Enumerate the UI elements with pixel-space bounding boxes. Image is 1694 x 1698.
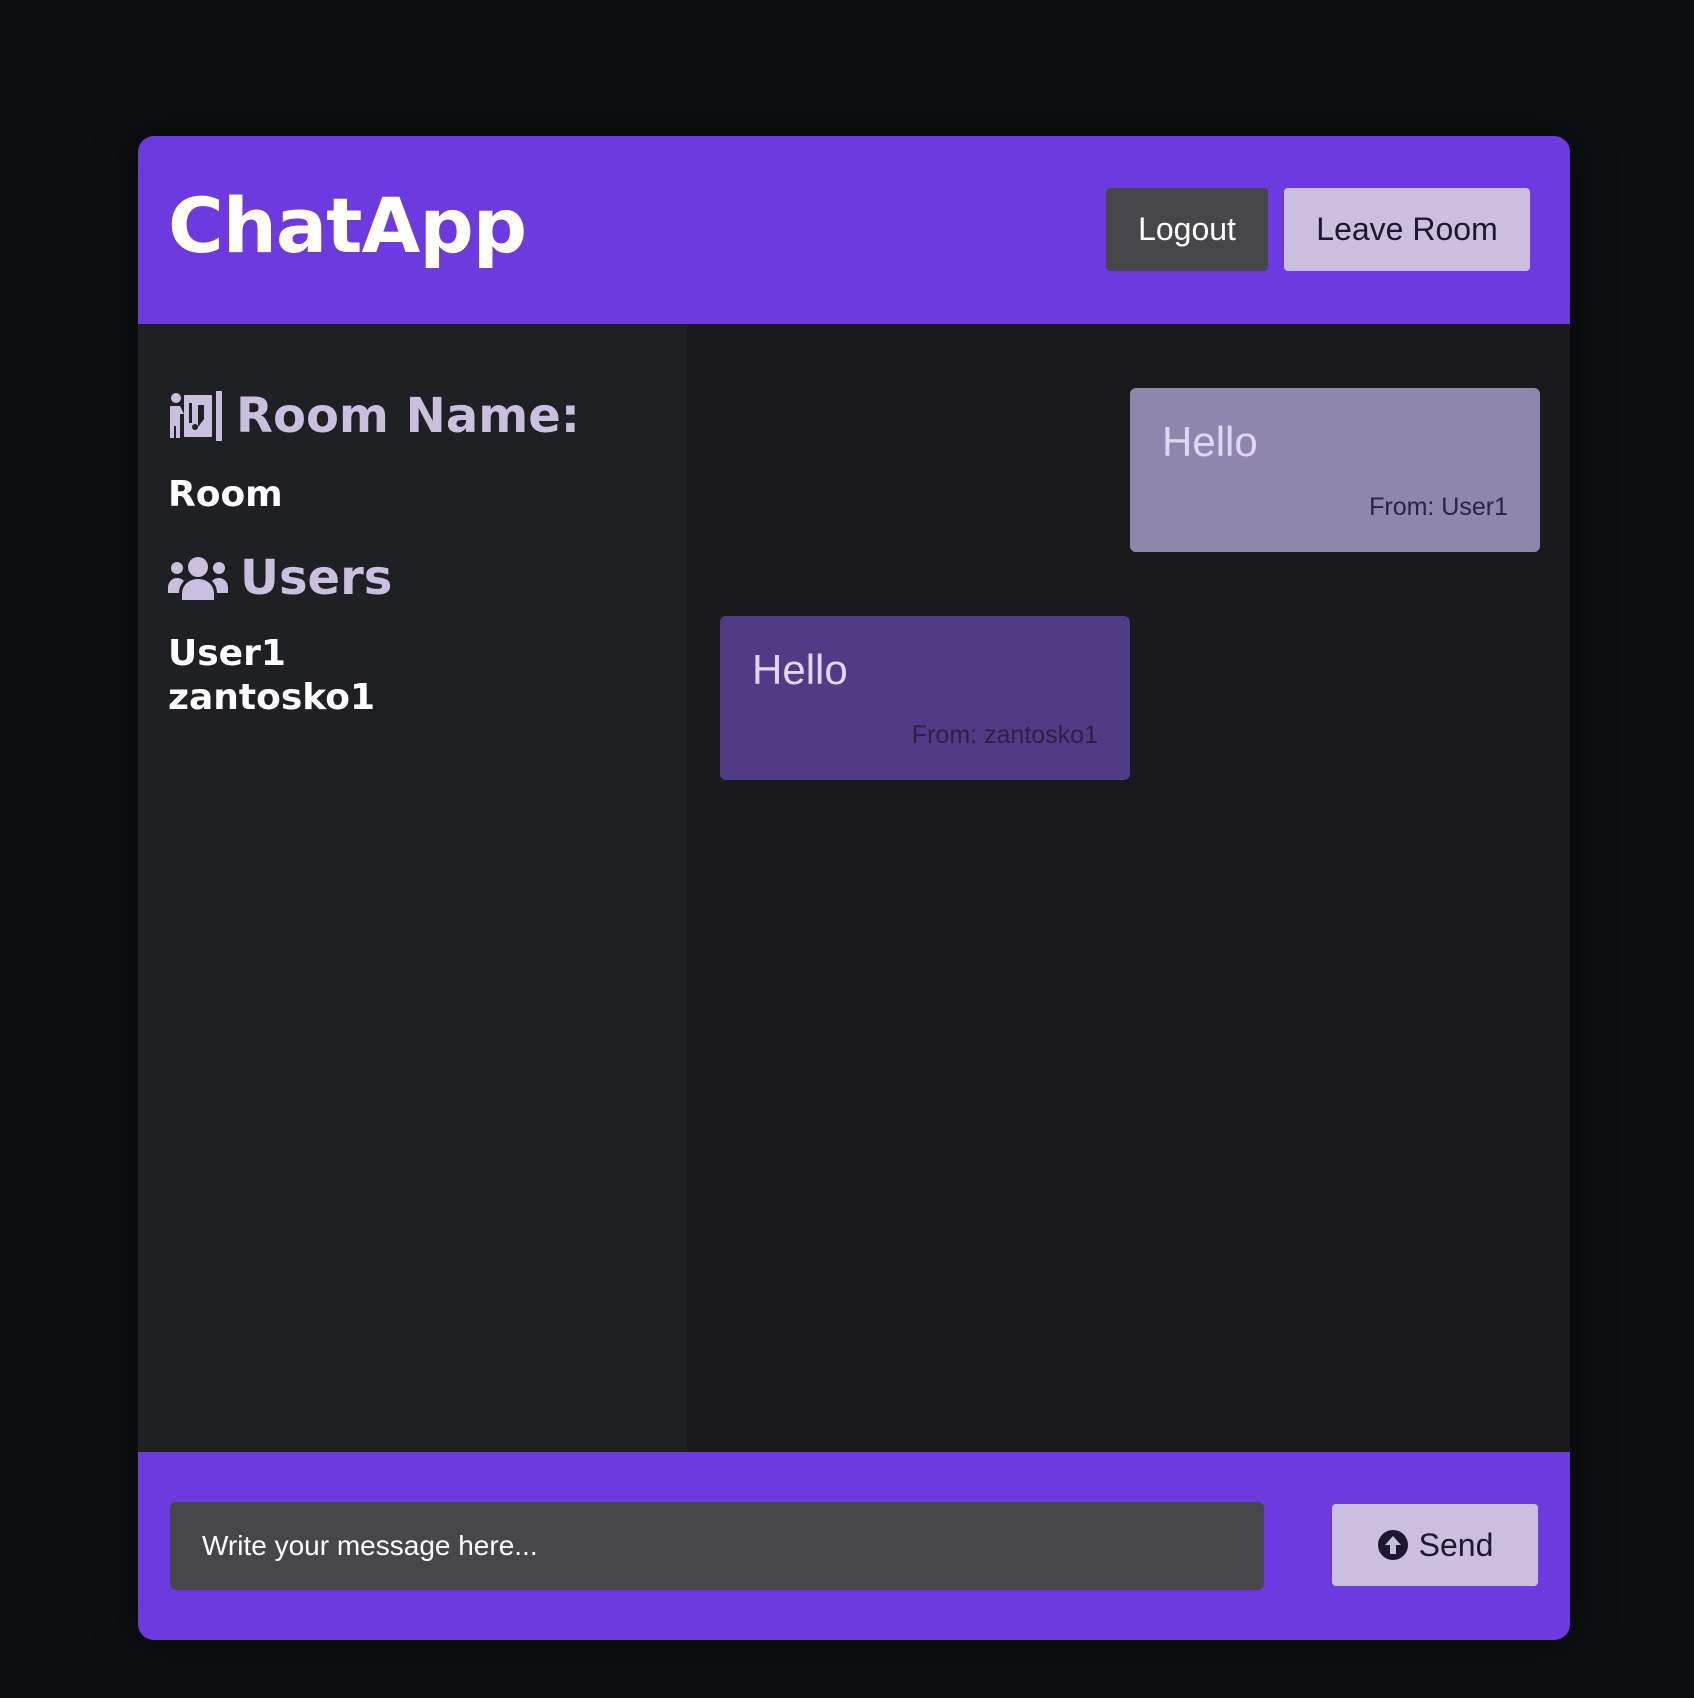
users-group-icon xyxy=(168,556,228,600)
message-sender: From: User1 xyxy=(1369,493,1508,521)
room-name-heading-label: Room Name: xyxy=(236,388,580,444)
logout-button[interactable]: Logout xyxy=(1106,188,1268,271)
message-text: Hello xyxy=(752,646,848,693)
leave-room-button[interactable]: Leave Room xyxy=(1284,188,1530,271)
user-list-item: User1 xyxy=(168,633,286,674)
app-title: ChatApp xyxy=(168,181,527,270)
chat-app-window: ChatApp Logout Leave Room Room Name: Roo… xyxy=(138,136,1570,1640)
room-name-value: Room xyxy=(168,474,283,515)
users-heading-label: Users xyxy=(240,550,393,606)
arrow-up-circle-icon xyxy=(1377,1529,1409,1561)
room-sidebar: Room Name: Room Users User1 zantosko1 xyxy=(138,324,687,1452)
room-name-heading: Room Name: xyxy=(168,388,580,444)
message-sender: From: zantosko1 xyxy=(911,721,1098,749)
send-button-label: Send xyxy=(1418,1526,1494,1563)
user-list-item: zantosko1 xyxy=(168,677,375,718)
app-header: ChatApp Logout Leave Room xyxy=(138,136,1570,324)
users-list: User1 zantosko1 xyxy=(168,632,375,720)
message-bubble-own: Hello From: User1 xyxy=(1130,388,1540,552)
message-bubble-other: Hello From: zantosko1 xyxy=(720,616,1130,780)
message-composer: Send xyxy=(138,1452,1570,1640)
message-text: Hello xyxy=(1162,418,1258,465)
send-button[interactable]: Send xyxy=(1332,1504,1538,1586)
message-input[interactable] xyxy=(170,1502,1264,1590)
messages-area: Hello From: User1 Hello From: zantosko1 xyxy=(687,324,1570,1452)
door-exit-icon xyxy=(168,391,224,441)
users-heading: Users xyxy=(168,550,392,606)
